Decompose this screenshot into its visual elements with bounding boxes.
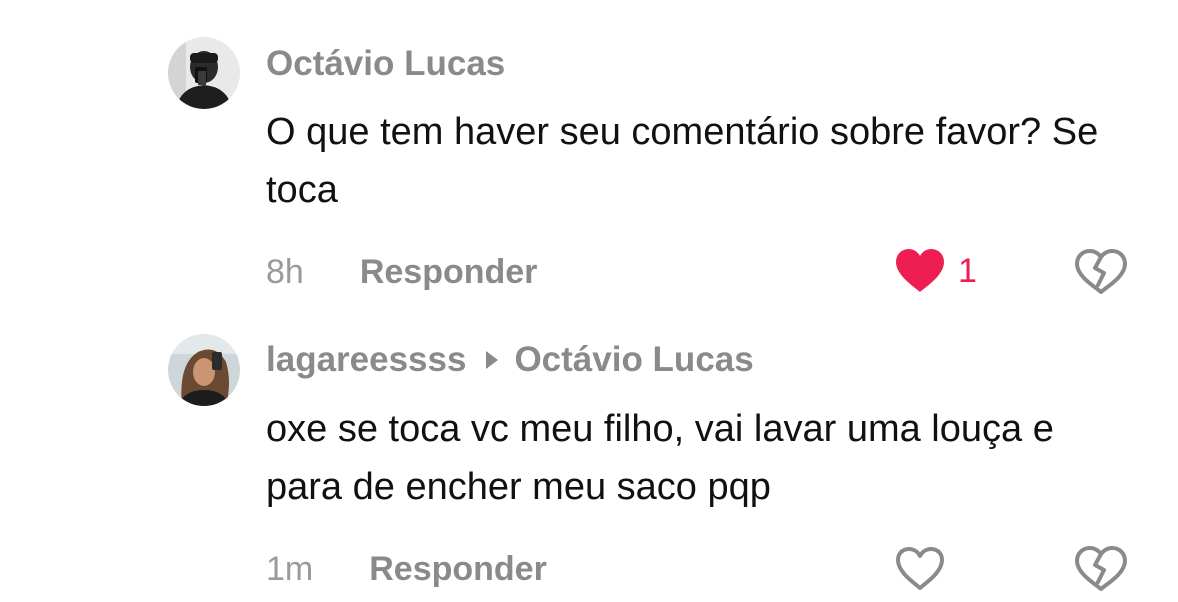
heart-outline-icon <box>896 547 944 590</box>
avatar[interactable] <box>168 334 240 406</box>
broken-heart-icon <box>1075 249 1127 294</box>
reply-to-author[interactable]: Octávio Lucas <box>514 340 753 380</box>
comment-author-line: Octávio Lucas <box>266 44 505 84</box>
dislike-button[interactable] <box>1074 249 1128 295</box>
reply-button[interactable]: Responder <box>360 253 538 292</box>
comment-timestamp: 1m <box>266 549 314 588</box>
reply-arrow-icon <box>486 351 499 369</box>
like-count: 1 <box>958 251 977 290</box>
comment-timestamp: 8h <box>266 252 304 291</box>
reply-button[interactable]: Responder <box>369 550 547 589</box>
avatar[interactable] <box>168 37 240 109</box>
comment-author[interactable]: lagareessss <box>266 340 466 380</box>
comment-author[interactable]: Octávio Lucas <box>266 44 505 84</box>
comment-author-line: lagareessss Octávio Lucas <box>266 340 754 380</box>
broken-heart-icon <box>1075 546 1127 591</box>
comment-meta: 1m Responder <box>266 548 1146 590</box>
comment-text: O que tem haver seu comentário sobre fav… <box>266 111 1099 211</box>
avatar-photo <box>168 37 240 109</box>
heart-filled-icon <box>896 249 944 292</box>
like-button[interactable] <box>894 546 946 592</box>
comment-text: oxe se toca vc meu filho, vai lavar uma … <box>266 408 1054 508</box>
avatar-photo <box>168 334 240 406</box>
dislike-button[interactable] <box>1074 546 1128 592</box>
like-button[interactable]: 1 <box>894 248 977 294</box>
comment-meta: 8h Responder <box>266 251 1146 293</box>
